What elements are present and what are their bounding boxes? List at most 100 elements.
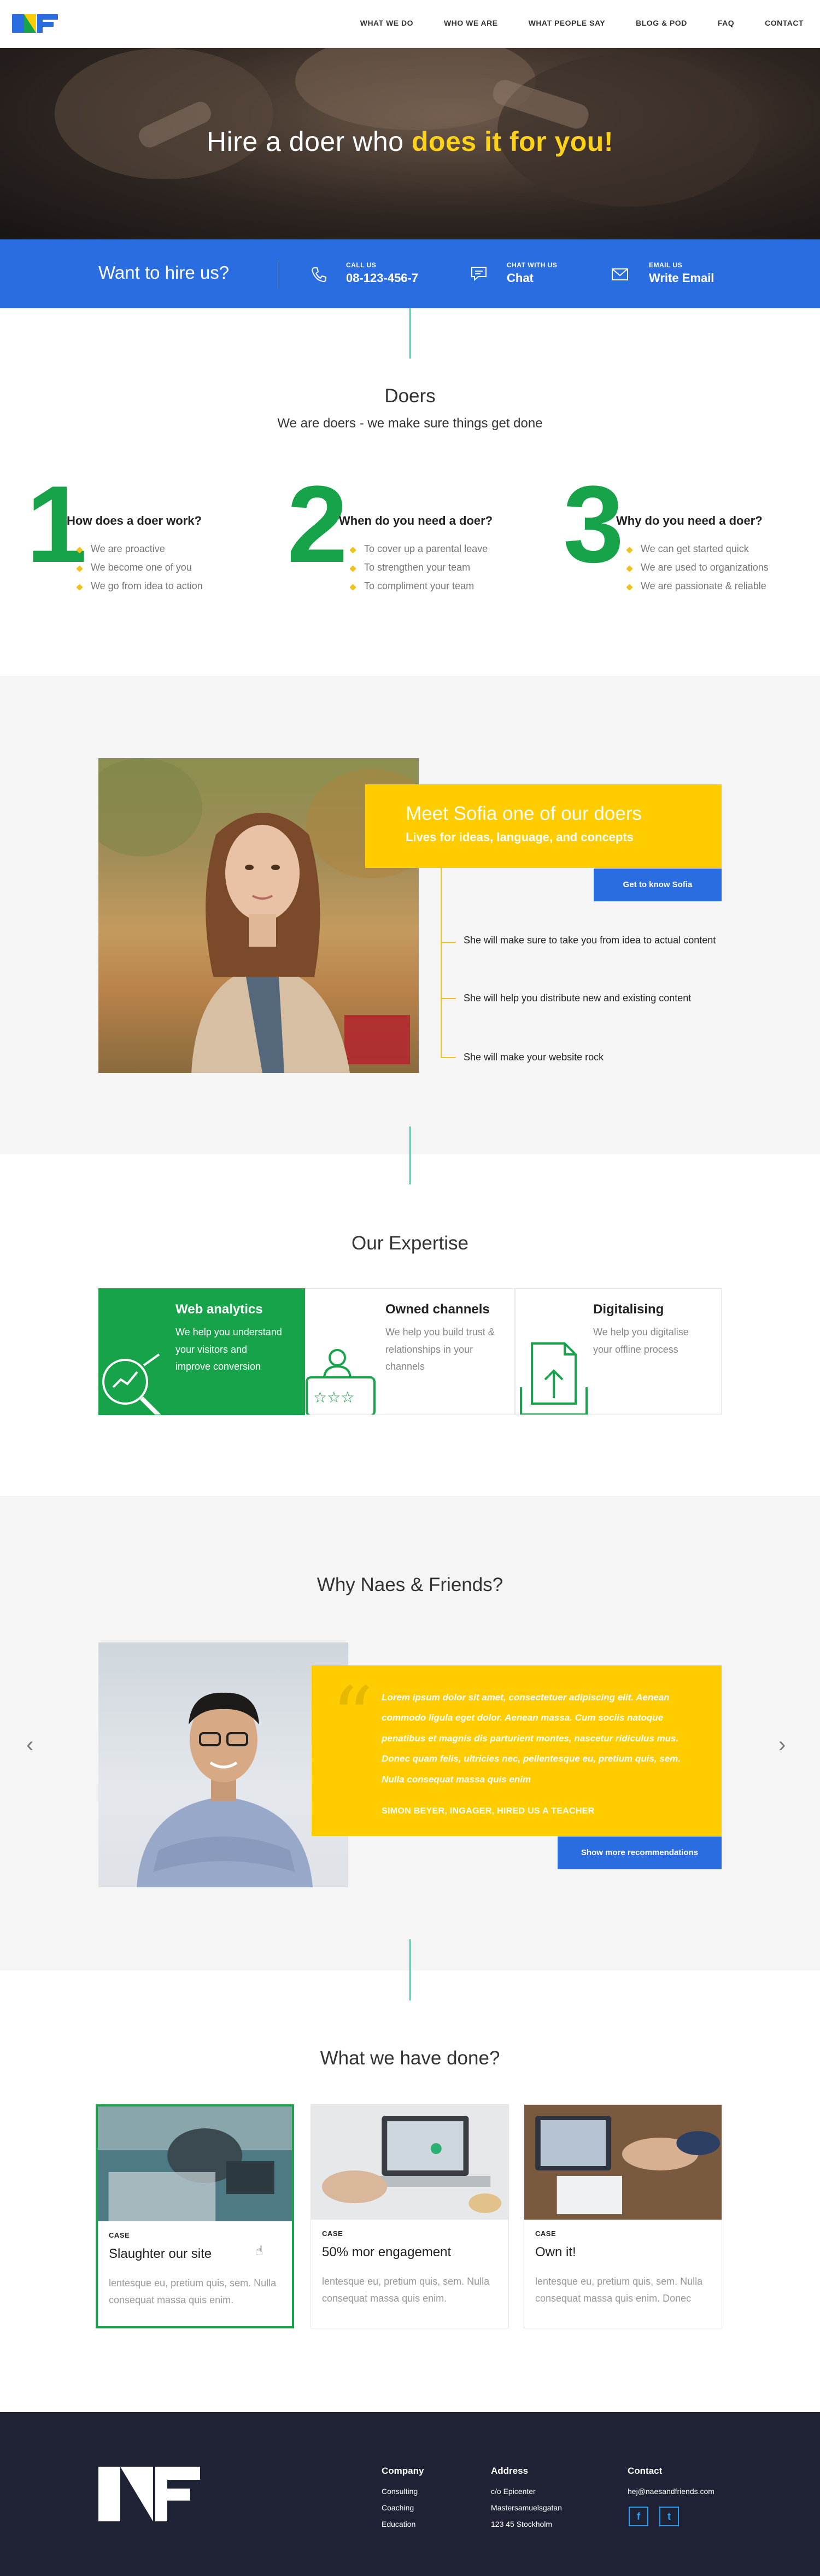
expertise-card-title: Owned channels xyxy=(385,1302,490,1317)
testimonial-author: SIMON BEYER, INGAGER, HIRED US A TEACHER xyxy=(382,1806,595,1816)
sofia-heading-box: Meet Sofia one of our doers Lives for id… xyxy=(365,784,722,868)
get-to-know-sofia-button[interactable]: Get to know Sofia xyxy=(594,869,722,901)
list-item: To strengthen your team xyxy=(345,562,488,573)
email-us[interactable]: EMAIL US Write Email xyxy=(649,261,714,285)
why-title: Why Naes & Friends? xyxy=(317,1574,503,1595)
timeline-item: She will help you distribute new and exi… xyxy=(464,993,692,1004)
nav-blog-pod[interactable]: BLOG & POD xyxy=(636,19,687,27)
case-card[interactable]: CASE Own it! lentesque eu, pretium quis,… xyxy=(524,2104,722,2328)
expertise-card-desc: We help you understand your visitors and… xyxy=(175,1327,282,1372)
list-item: We are used to organizations xyxy=(622,562,769,573)
site-footer: Company Consulting Coaching Education Ad… xyxy=(0,2412,820,2576)
case-image xyxy=(98,2106,292,2221)
address-line: c/o Epicenter xyxy=(491,2487,536,2496)
timeline-tick xyxy=(441,998,456,999)
facebook-icon[interactable]: f xyxy=(629,2507,648,2526)
connector-line xyxy=(409,1939,411,2000)
testimonial-photo xyxy=(98,1642,348,1887)
doers-col3-list: We can get started quick We are used to … xyxy=(622,543,769,599)
show-more-recommendations-button[interactable]: Show more recommendations xyxy=(558,1836,722,1869)
connector-line xyxy=(409,1126,411,1184)
list-item: We are proactive xyxy=(72,543,203,555)
testimonial-quote: Lorem ipsum dolor sit amet, consectetuer… xyxy=(382,1692,681,1785)
doers-col3-title: Why do you need a doer? xyxy=(616,514,763,527)
nav-who-we-are[interactable]: WHO WE ARE xyxy=(444,19,498,27)
connector-line xyxy=(409,308,411,359)
hero-title-plain: Hire a doer who xyxy=(207,126,412,157)
doers-col1-title: How does a doer work? xyxy=(67,514,202,527)
list-item: We are passionate & reliable xyxy=(622,580,769,592)
expertise-card-owned-channels[interactable]: ☆☆☆ Owned channels We help you build tru… xyxy=(305,1288,515,1415)
case-card[interactable]: CASE 50% mor engagement lentesque eu, pr… xyxy=(311,2104,509,2328)
carousel-prev-arrow-icon[interactable]: ‹ xyxy=(26,1733,33,1757)
doers-subtitle: We are doers - we make sure things get d… xyxy=(277,416,543,431)
list-item: We become one of you xyxy=(72,562,203,573)
footer-company-list: Consulting Coaching Education xyxy=(382,2483,418,2532)
footer-company-heading: Company xyxy=(382,2466,424,2476)
email-label: EMAIL US xyxy=(649,261,683,269)
rating-user-icon: ☆☆☆ xyxy=(306,1349,376,1415)
expertise-card-desc: We help you digitalise your offline proc… xyxy=(593,1327,689,1355)
phone-icon xyxy=(309,265,329,287)
timeline-item: She will make sure to take you from idea… xyxy=(464,935,716,946)
quote-mark-icon: “ xyxy=(331,1670,373,1765)
case-desc: lentesque eu, pretium quis, sem. Nulla c… xyxy=(535,2276,703,2304)
doers-col1-list: We are proactive We become one of you We… xyxy=(72,543,203,599)
nav-faq[interactable]: FAQ xyxy=(718,19,734,27)
call-us-label: CALL US xyxy=(346,261,377,269)
timeline-line xyxy=(441,868,442,1058)
sofia-title: Meet Sofia one of our doers xyxy=(406,803,642,824)
doers-col2-title: When do you need a doer? xyxy=(339,514,493,527)
carousel-next-arrow-icon[interactable]: › xyxy=(778,1733,786,1757)
case-desc: lentesque eu, pretium quis, sem. Nulla c… xyxy=(109,2278,277,2305)
case-title: Own it! xyxy=(535,2245,576,2260)
case-label: CASE xyxy=(109,2231,130,2239)
hero-title: Hire a doer who does it for you! xyxy=(0,126,820,157)
nav-contact[interactable]: CONTACT xyxy=(765,19,804,27)
case-card[interactable]: CASE Slaughter our site lentesque eu, pr… xyxy=(96,2104,294,2328)
svg-text:☆☆☆: ☆☆☆ xyxy=(313,1389,354,1406)
logo[interactable] xyxy=(12,10,61,37)
timeline-tick xyxy=(441,942,456,943)
footer-address-list: c/o Epicenter Mastersamuelsgatan 123 45 … xyxy=(491,2483,562,2532)
list-item: To compliment your team xyxy=(345,580,488,592)
call-us-value: 08-123-456-7 xyxy=(346,271,419,285)
footer-logo[interactable] xyxy=(98,2467,208,2521)
footer-address-heading: Address xyxy=(491,2466,529,2476)
expertise-card-title: Digitalising xyxy=(593,1302,664,1317)
doers-col2-list: To cover up a parental leave To strength… xyxy=(345,543,488,599)
main-nav: WHAT WE DO WHO WE ARE WHAT PEOPLE SAY BL… xyxy=(330,19,804,27)
footer-link-consulting[interactable]: Consulting xyxy=(382,2483,418,2499)
nav-what-people-say[interactable]: WHAT PEOPLE SAY xyxy=(529,19,606,27)
footer-email-link[interactable]: hej@naesandfriends.com xyxy=(628,2483,714,2499)
case-desc: lentesque eu, pretium quis, sem. Nulla c… xyxy=(322,2276,490,2304)
document-upload-icon xyxy=(520,1342,588,1415)
twitter-icon[interactable]: t xyxy=(659,2507,679,2526)
hand-cursor-icon: ☝ xyxy=(255,2244,263,2258)
case-title: Slaughter our site xyxy=(109,2246,212,2261)
footer-link-coaching[interactable]: Coaching xyxy=(382,2499,418,2516)
testimonial-quote-box: “ Lorem ipsum dolor sit amet, consectetu… xyxy=(312,1665,722,1836)
case-image xyxy=(311,2105,508,2220)
expertise-card-desc: We help you build trust & relationships … xyxy=(385,1327,495,1372)
footer-contact-heading: Contact xyxy=(628,2466,663,2476)
expertise-title: Our Expertise xyxy=(352,1233,468,1254)
list-item: To cover up a parental leave xyxy=(345,543,488,555)
case-image xyxy=(524,2105,722,2220)
sofia-subtitle: Lives for ideas, language, and concepts xyxy=(406,830,634,844)
case-label: CASE xyxy=(535,2229,557,2238)
site-header: WHAT WE DO WHO WE ARE WHAT PEOPLE SAY BL… xyxy=(0,0,820,48)
call-us[interactable]: CALL US 08-123-456-7 xyxy=(346,261,418,285)
chat-value: Chat xyxy=(507,271,534,285)
chat-icon xyxy=(469,263,489,286)
expertise-card-web-analytics[interactable]: Web analytics We help you understand you… xyxy=(98,1288,305,1415)
address-line: Mastersamuelsgatan xyxy=(491,2503,562,2513)
list-item: We can get started quick xyxy=(622,543,769,555)
timeline-item: She will make your website rock xyxy=(464,1052,604,1063)
chat-with-us[interactable]: CHAT WITH US Chat xyxy=(507,261,557,285)
nav-what-we-do[interactable]: WHAT WE DO xyxy=(360,19,413,27)
footer-link-education[interactable]: Education xyxy=(382,2516,418,2532)
hero-title-highlight: does it for you! xyxy=(411,126,613,157)
expertise-card-digitalising[interactable]: Digitalising We help you digitalise your… xyxy=(515,1288,722,1415)
email-value: Write Email xyxy=(649,271,714,285)
